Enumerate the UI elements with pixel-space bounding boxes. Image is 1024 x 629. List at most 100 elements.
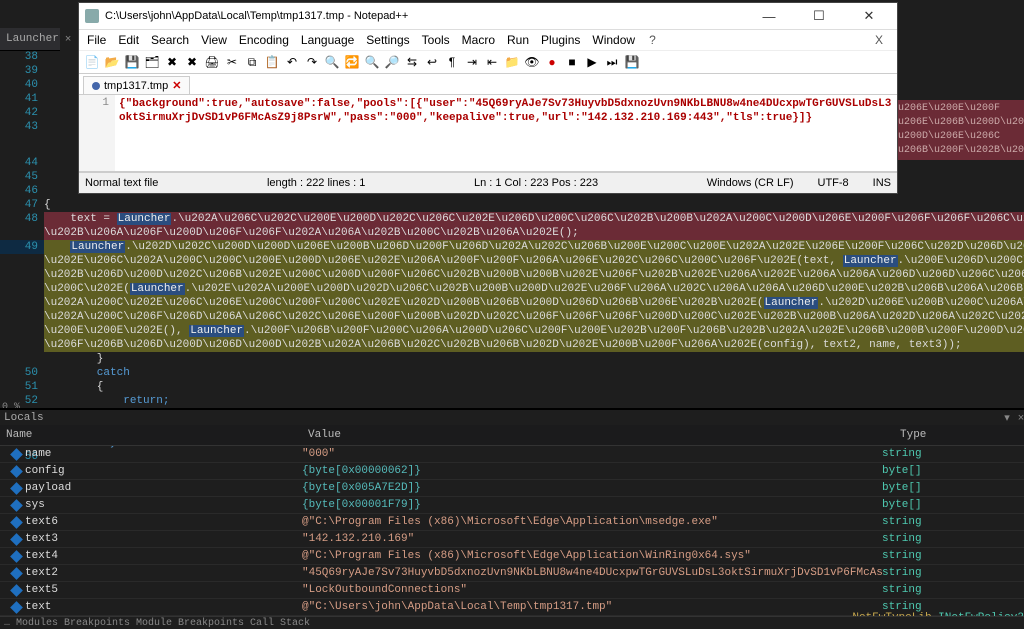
menu-help[interactable]: ? [645,33,660,47]
editor-tab[interactable]: Launcher × [0,33,77,45]
locals-row[interactable]: text5"LockOutboundConnections"string [0,582,1024,599]
var-name: payload [25,482,71,494]
menu-language[interactable]: Language [297,33,358,47]
indent-icon[interactable]: ⇥ [463,53,481,71]
allchars-icon[interactable]: ¶ [443,53,461,71]
outdent-icon[interactable]: ⇤ [483,53,501,71]
locals-row[interactable]: text3"142.132.210.169"string [0,531,1024,548]
print-icon[interactable]: 🖨 [203,53,221,71]
var-value: @"C:\Program Files (x86)\Microsoft\Edge\… [302,516,882,528]
maximize-button[interactable]: ☐ [797,8,841,24]
var-type: byte[] [882,482,1024,494]
menu-search[interactable]: Search [147,33,193,47]
locals-row[interactable]: name"000"string [0,446,1024,463]
secondary-close-icon[interactable]: X [871,33,887,47]
tab-label: Launcher [6,33,59,45]
undo-icon[interactable]: ↶ [283,53,301,71]
status-position: Ln : 1 Col : 223 Pos : 223 [474,177,598,189]
save-icon[interactable]: 💾 [123,53,141,71]
status-length: length : 222 lines : 1 [267,177,365,189]
var-icon [10,601,23,614]
menu-macro[interactable]: Macro [458,33,499,47]
bottom-tabbar[interactable]: … Modules Breakpoints Module Breakpoints… [0,616,1024,629]
var-type: string [882,550,1024,562]
paste-icon[interactable]: 📋 [263,53,281,71]
var-icon [10,448,23,461]
savemacro-icon[interactable]: 💾 [623,53,641,71]
folder-icon[interactable]: 📁 [503,53,521,71]
menu-window[interactable]: Window [588,33,639,47]
locals-row[interactable]: payload {byte[0x005A7E2D]}byte[] [0,480,1024,497]
var-value: {byte[0x005A7E2D]} [302,482,882,494]
locals-row[interactable]: text4@"C:\Program Files (x86)\Microsoft\… [0,548,1024,565]
window-title: C:\Users\john\AppData\Local\Temp\tmp1317… [105,10,741,22]
menu-file[interactable]: File [83,33,110,47]
var-icon [10,516,23,529]
col-value[interactable]: Value [302,429,894,441]
var-type: string [882,533,1024,545]
locals-row[interactable]: sys{byte[0x00001F79]}byte[] [0,497,1024,514]
open-icon[interactable]: 📂 [103,53,121,71]
stop-icon[interactable]: ■ [563,53,581,71]
find-icon[interactable]: 🔍 [323,53,341,71]
var-type: string [882,584,1024,596]
var-name: text2 [25,567,58,579]
redo-icon[interactable]: ↷ [303,53,321,71]
var-value: {byte[0x00001F79]} [302,499,882,511]
panel-header: Locals ▾ × [0,410,1024,425]
var-name: text4 [25,550,58,562]
zoomin-icon[interactable]: 🔍 [363,53,381,71]
close-icon[interactable]: × [65,33,71,45]
zoomout-icon[interactable]: 🔎 [383,53,401,71]
monitor-icon[interactable]: 👁 [523,53,541,71]
tab-close-icon[interactable]: ✕ [172,79,181,92]
minimize-button[interactable]: — [747,9,791,24]
locals-row[interactable]: config{byte[0x00000062]}byte[] [0,463,1024,480]
editor-text[interactable]: {"background":true,"autosave":false,"poo… [115,95,897,171]
panel-dropdown-icon[interactable]: ▾ [1000,411,1014,425]
var-type: byte[] [882,499,1024,511]
locals-row[interactable]: text2 "45Q69ryAJe7Sv73HuyvbD5dxnozUvn9NKb… [0,565,1024,582]
sync-icon[interactable]: ⇆ [403,53,421,71]
wrap-icon[interactable]: ↩ [423,53,441,71]
cut-icon[interactable]: ✂ [223,53,241,71]
menu-settings[interactable]: Settings [362,33,413,47]
var-name: text5 [25,584,58,596]
menu-tools[interactable]: Tools [418,33,454,47]
playmulti-icon[interactable]: ⏭ [603,53,621,71]
var-icon [10,550,23,563]
var-icon [10,499,23,512]
editor-area[interactable]: 1 {"background":true,"autosave":false,"p… [79,95,897,172]
menu-view[interactable]: View [197,33,231,47]
var-value: "45Q69ryAJe7Sv73HuyvbD5dxnozUvn9NKbLBNU8… [302,567,882,579]
menu-encoding[interactable]: Encoding [235,33,293,47]
close-button[interactable]: ✕ [847,8,891,24]
status-insert: INS [873,177,891,189]
replace-icon[interactable]: 🔁 [343,53,361,71]
status-eol: Windows (CR LF) [707,177,794,189]
menu-plugins[interactable]: Plugins [537,33,584,47]
json-content: {"background":true,"autosave":false,"poo… [119,98,891,124]
panel-close-icon[interactable]: × [1014,411,1024,425]
code-peek: \u206E\u200E\u200F \u206E\u206B\u200D\u2… [890,100,1024,160]
locals-row[interactable]: text6@"C:\Program Files (x86)\Microsoft\… [0,514,1024,531]
play-icon[interactable]: ▶ [583,53,601,71]
close-file-icon[interactable]: ✖ [163,53,181,71]
new-icon[interactable]: 📄 [83,53,101,71]
titlebar[interactable]: C:\Users\john\AppData\Local\Temp\tmp1317… [79,3,897,30]
status-filetype: Normal text file [85,177,158,189]
menu-run[interactable]: Run [503,33,533,47]
col-name[interactable]: Name [0,429,302,441]
menu-edit[interactable]: Edit [114,33,143,47]
copy-icon[interactable]: ⧉ [243,53,261,71]
ide-window: Launcher × 38 39 40 41 42 43 44 45 46 47… [0,0,1024,629]
saveall-icon[interactable]: 🗂 [143,53,161,71]
closeall-icon[interactable]: ✖ [183,53,201,71]
var-name: text [25,601,51,613]
var-type: string [882,567,1024,579]
var-icon [10,465,23,478]
record-icon[interactable]: ● [543,53,561,71]
col-type[interactable]: Type [894,429,1024,441]
var-value: "142.132.210.169" [302,533,882,545]
file-tab[interactable]: tmp1317.tmp ✕ [83,76,190,94]
